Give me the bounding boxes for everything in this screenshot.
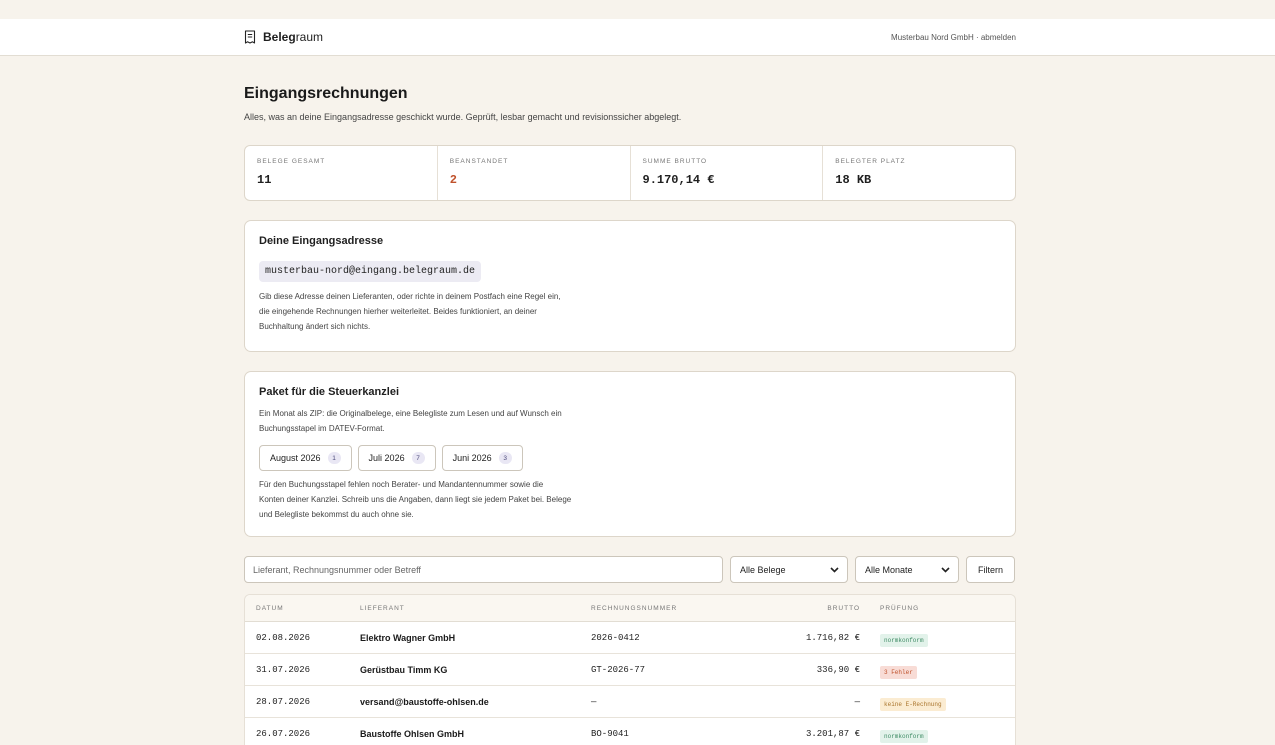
text-line: Buchhaltung ändert sich nichts. xyxy=(259,322,371,331)
app-logo[interactable]: Belegraum xyxy=(244,30,323,44)
cell-supplier[interactable]: Elektro Wagner GmbH xyxy=(360,633,591,643)
cell-gross: 336,90 € xyxy=(816,664,860,675)
stat-label: BEANSTANDET xyxy=(449,158,509,165)
page-title: Eingangsrechnungen xyxy=(244,85,408,102)
month-button-juni-2026[interactable]: Juni 2026 3 xyxy=(441,445,523,471)
select-value: Alle Monate xyxy=(865,564,913,575)
stat-label: BELEGTER PLATZ xyxy=(835,158,906,165)
cell-date: 28.07.2026 xyxy=(256,696,311,707)
receipt-icon xyxy=(244,30,256,44)
address-card-title: Deine Eingangsadresse xyxy=(259,235,384,247)
column-header-supplier[interactable]: LIEFERANT xyxy=(360,605,591,612)
text-line: und Belegliste bekommst du auch ohne sie… xyxy=(259,510,414,519)
cell-invoice-number: 2026-0412 xyxy=(591,632,640,643)
month-count-badge: 1 xyxy=(327,452,341,464)
document-type-select[interactable]: Alle Belege xyxy=(730,556,848,583)
text-line: Konten deiner Kanzlei. Schreib uns die A… xyxy=(259,495,572,504)
column-header-gross[interactable]: BRUTTO xyxy=(735,605,860,612)
invoice-table: DATUM LIEFERANT RECHNUNGSNUMMER BRUTTO P… xyxy=(244,594,1016,745)
table-header: DATUM LIEFERANT RECHNUNGSNUMMER BRUTTO P… xyxy=(245,595,1015,622)
stat-label: SUMME BRUTTO xyxy=(642,158,708,165)
table-row[interactable]: 31.07.2026 Gerüstbau Timm KG GT-2026-77 … xyxy=(245,654,1015,686)
cell-date: 02.08.2026 xyxy=(256,632,311,643)
table-row[interactable]: 26.07.2026 Baustoffe Ohlsen GmbH BO-9041… xyxy=(245,718,1015,745)
stats-panel: BELEGE GESAMT 11 BEANSTANDET 2 SUMME BRU… xyxy=(244,145,1016,201)
month-label: August 2026 xyxy=(270,453,321,463)
stat-beanstandet: BEANSTANDET 2 xyxy=(438,146,631,200)
status-badge: normkonform xyxy=(880,729,928,743)
text-line: Ein Monat als ZIP: die Originalbelege, e… xyxy=(259,409,562,418)
column-header-date[interactable]: DATUM xyxy=(245,605,360,612)
address-card: Deine Eingangsadresse musterbau-nord@ein… xyxy=(244,220,1016,352)
cell-supplier[interactable]: Baustoffe Ohlsen GmbH xyxy=(360,729,591,739)
stat-belegter-platz: BELEGTER PLATZ 18 KB xyxy=(823,146,1015,200)
page-subtitle: Alles, was an deine Eingangsadresse gesc… xyxy=(244,112,682,122)
cell-check: normkonform xyxy=(860,629,928,647)
cell-supplier[interactable]: Gerüstbau Timm KG xyxy=(360,665,591,675)
text-line: Gib diese Adresse deinen Lieferanten, od… xyxy=(259,292,561,301)
cell-invoice-number: GT-2026-77 xyxy=(591,664,646,675)
month-count-badge: 3 xyxy=(498,452,512,464)
cell-check: normkonform xyxy=(860,725,928,743)
tax-package-card: Paket für die Steuerkanzlei Ein Monat al… xyxy=(244,371,1016,537)
month-label: Juli 2026 xyxy=(368,453,405,463)
status-badge: keine E-Rechnung xyxy=(880,697,946,711)
column-header-check[interactable]: PRÜFUNG xyxy=(860,605,919,612)
status-badge: normkonform xyxy=(880,633,928,647)
logo-text: Belegraum xyxy=(263,30,324,44)
month-select[interactable]: Alle Monate xyxy=(855,556,959,583)
stat-value: 9.170,14 € xyxy=(642,173,715,187)
stat-summe-brutto: SUMME BRUTTO 9.170,14 € xyxy=(631,146,824,200)
filter-button[interactable]: Filtern xyxy=(966,556,1015,583)
cell-check: keine E-Rechnung xyxy=(860,693,946,711)
month-button-juli-2026[interactable]: Juli 2026 7 xyxy=(357,445,436,471)
stat-value: 11 xyxy=(257,173,272,187)
cell-date: 31.07.2026 xyxy=(256,664,311,675)
table-row[interactable]: 28.07.2026 versand@baustoffe-ohlsen.de —… xyxy=(245,686,1015,718)
stat-value: 18 KB xyxy=(835,173,872,187)
chevron-down-icon xyxy=(941,566,950,573)
account-logout-link[interactable]: Musterbau Nord GmbH · abmelden xyxy=(891,33,1016,42)
text-line: Für den Buchungsstapel fehlen noch Berat… xyxy=(259,480,544,489)
text-line: die eingehende Rechnungen hierher weiter… xyxy=(259,307,537,316)
tax-package-intro: Ein Monat als ZIP: die Originalbelege, e… xyxy=(259,406,1001,436)
text-line: Buchungsstapel im DATEV-Format. xyxy=(259,424,385,433)
cell-invoice-number: BO-9041 xyxy=(591,728,629,739)
select-value: Alle Belege xyxy=(740,564,786,575)
search-input[interactable] xyxy=(244,556,723,583)
month-label: Juni 2026 xyxy=(452,453,492,463)
cell-invoice-number: — xyxy=(591,696,597,707)
month-buttons: August 2026 1 Juli 2026 7 Juni 2026 3 xyxy=(259,445,1001,471)
cell-gross: 1.716,82 € xyxy=(805,632,860,643)
cell-date: 26.07.2026 xyxy=(256,728,311,739)
tax-package-note: Für den Buchungsstapel fehlen noch Berat… xyxy=(259,477,1001,522)
tax-package-title: Paket für die Steuerkanzlei xyxy=(259,386,399,398)
cell-gross: — xyxy=(854,696,860,707)
address-card-description: Gib diese Adresse deinen Lieferanten, od… xyxy=(259,289,1001,334)
chevron-down-icon xyxy=(830,566,839,573)
column-header-invoice-number[interactable]: RECHNUNGSNUMMER xyxy=(591,605,735,612)
stat-label: BELEGE GESAMT xyxy=(257,158,326,165)
topbar-content: Belegraum Musterbau Nord GmbH · abmelden xyxy=(244,19,1016,55)
month-button-august-2026[interactable]: August 2026 1 xyxy=(259,445,352,471)
month-count-badge: 7 xyxy=(411,452,425,464)
inbound-email-address[interactable]: musterbau-nord@eingang.belegraum.de xyxy=(259,261,482,282)
cell-gross: 3.201,87 € xyxy=(805,728,860,739)
cell-check: 3 Fehler xyxy=(860,661,917,679)
top-navigation-bar: Belegraum Musterbau Nord GmbH · abmelden xyxy=(0,19,1275,56)
filter-bar: Alle Belege Alle Monate Filtern xyxy=(244,556,1016,583)
stat-belege-gesamt: BELEGE GESAMT 11 xyxy=(245,146,438,200)
status-badge: 3 Fehler xyxy=(880,665,917,679)
table-row[interactable]: 02.08.2026 Elektro Wagner GmbH 2026-0412… xyxy=(245,622,1015,654)
cell-supplier[interactable]: versand@baustoffe-ohlsen.de xyxy=(360,697,591,707)
stat-value: 2 xyxy=(449,173,457,187)
